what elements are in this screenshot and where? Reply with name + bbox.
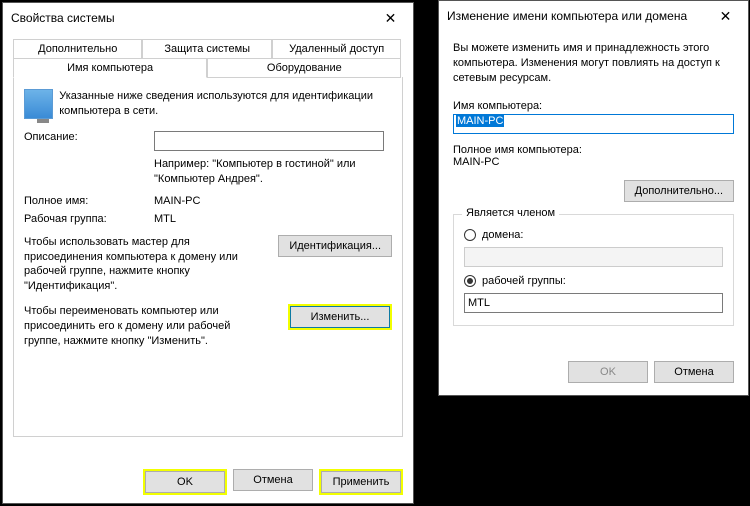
dialog-title: Свойства системы	[11, 11, 115, 25]
apply-button[interactable]: Применить	[321, 471, 401, 493]
description-hint: Например: "Компьютер в гостиной" или "Ко…	[154, 157, 392, 187]
tab-body: Указанные ниже сведения используются для…	[13, 77, 403, 437]
ok-button[interactable]: OK	[145, 471, 225, 493]
fullname-value: MAIN-PC	[154, 195, 392, 207]
cancel-button[interactable]: Отмена	[233, 469, 313, 491]
tab-strip: Дополнительно Защита системы Удаленный д…	[13, 39, 403, 78]
rename-text: Чтобы переименовать компьютер или присое…	[24, 304, 254, 349]
domain-label: домена:	[482, 229, 523, 241]
identification-button[interactable]: Идентификация...	[278, 235, 392, 257]
titlebar: Изменение имени компьютера или домена ✕	[439, 1, 748, 31]
pcname-input[interactable]: MAIN-PC	[453, 114, 734, 134]
workgroup-radio-label: рабочей группы:	[482, 275, 566, 287]
pcname-selected-text: MAIN-PC	[456, 115, 504, 127]
workgroup-value: MTL	[154, 213, 392, 225]
tab-advanced[interactable]: Дополнительно	[13, 39, 142, 58]
radio-workgroup[interactable]: рабочей группы:	[464, 275, 723, 287]
member-title: Является членом	[462, 207, 559, 219]
info-text: Вы можете изменить имя и принадлежность …	[453, 41, 734, 86]
change-button[interactable]: Изменить...	[290, 306, 390, 328]
wizard-text: Чтобы использовать мастер для присоедине…	[24, 235, 254, 294]
fullpc-value: MAIN-PC	[453, 156, 734, 168]
member-groupbox: Является членом домена: рабочей группы:	[453, 214, 734, 326]
workgroup-input[interactable]	[464, 293, 723, 313]
tab-protection[interactable]: Защита системы	[142, 39, 271, 58]
fullname-label: Полное имя:	[24, 195, 154, 207]
dialog-title: Изменение имени компьютера или домена	[447, 9, 687, 23]
description-input[interactable]	[154, 131, 384, 151]
tab-remote[interactable]: Удаленный доступ	[272, 39, 401, 58]
workgroup-label: Рабочая группа:	[24, 213, 154, 225]
radio-icon	[464, 229, 476, 241]
ok-button[interactable]: OK	[568, 361, 648, 383]
highlight-marker: Применить	[319, 469, 403, 495]
radio-icon	[464, 275, 476, 287]
tab-computer-name[interactable]: Имя компьютера	[13, 58, 207, 78]
intro-text: Указанные ниже сведения используются для…	[59, 89, 392, 119]
fullpc-label: Полное имя компьютера:	[453, 144, 734, 156]
titlebar: Свойства системы ✕	[3, 3, 413, 33]
dialog-buttons: OK Отмена Применить	[3, 461, 413, 503]
dialog-buttons: OK Отмена	[439, 349, 748, 395]
cancel-button[interactable]: Отмена	[654, 361, 734, 383]
close-icon[interactable]: ✕	[703, 1, 748, 31]
domain-input[interactable]	[464, 247, 723, 267]
more-button[interactable]: Дополнительно...	[624, 180, 734, 202]
close-icon[interactable]: ✕	[368, 3, 413, 33]
highlight-marker: Изменить...	[288, 304, 392, 330]
pcname-label: Имя компьютера:	[453, 100, 734, 112]
highlight-marker: OK	[143, 469, 227, 495]
monitor-icon	[24, 89, 53, 119]
radio-domain[interactable]: домена:	[464, 229, 723, 241]
change-name-dialog: Изменение имени компьютера или домена ✕ …	[438, 0, 749, 396]
tab-hardware[interactable]: Оборудование	[207, 58, 401, 78]
description-label: Описание:	[24, 131, 154, 143]
system-properties-dialog: Свойства системы ✕ Дополнительно Защита …	[2, 2, 414, 504]
